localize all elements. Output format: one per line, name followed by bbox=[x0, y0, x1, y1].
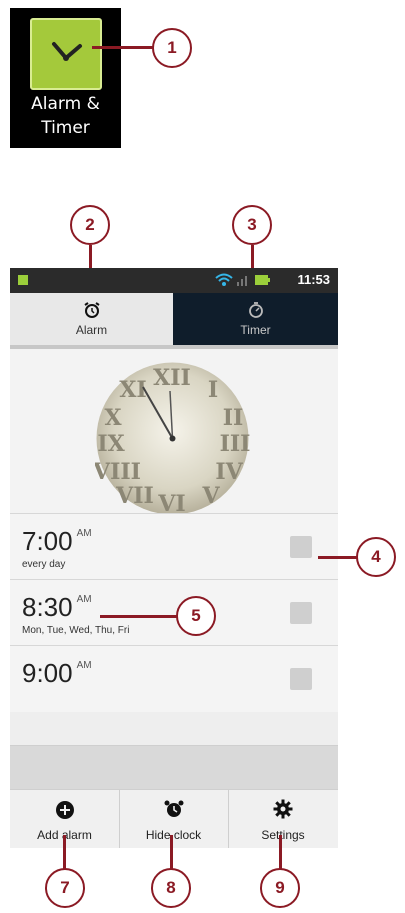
alarm-time-value: 9:00 bbox=[22, 658, 73, 688]
callout-8: 8 bbox=[151, 868, 191, 908]
analog-clock-area: XII I II III IV V VI VII VIII IX X XI bbox=[10, 349, 338, 516]
alarm-days: Mon, Tue, Wed, Thu, Fri bbox=[22, 625, 130, 636]
alarm-time: 8:30 AM bbox=[22, 592, 92, 623]
svg-text:II: II bbox=[223, 405, 244, 431]
status-time: 11:53 bbox=[297, 272, 330, 287]
alarm-days: every day bbox=[22, 559, 66, 570]
svg-text:III: III bbox=[220, 431, 250, 457]
gear-icon bbox=[273, 799, 293, 819]
svg-text:IX: IX bbox=[97, 431, 125, 457]
alarm-checkbox[interactable] bbox=[290, 602, 312, 624]
callout-line-1 bbox=[92, 46, 154, 49]
tab-timer-label: Timer bbox=[240, 323, 271, 337]
callout-3: 3 bbox=[232, 205, 272, 245]
settings-label: Settings bbox=[261, 828, 305, 842]
svg-text:V: V bbox=[201, 483, 220, 509]
alarm-ampm: AM bbox=[76, 594, 92, 605]
callout-9: 9 bbox=[260, 868, 300, 908]
analog-clock-icon: XII I II III IV V VI VII VIII IX X XI bbox=[95, 362, 250, 516]
battery-icon bbox=[255, 275, 270, 285]
alarm-ampm: AM bbox=[76, 528, 92, 539]
app-label: Alarm & Timer bbox=[10, 92, 121, 140]
add-circle-icon bbox=[56, 801, 74, 819]
status-bar: 11:53 bbox=[10, 268, 338, 293]
callout-line-4 bbox=[318, 556, 358, 559]
svg-text:VII: VII bbox=[115, 483, 154, 509]
tab-bar: Alarm Timer bbox=[10, 293, 338, 345]
stopwatch-icon bbox=[249, 302, 263, 318]
alarm-clock-icon bbox=[164, 800, 184, 817]
alarm-checkbox[interactable] bbox=[290, 536, 312, 558]
clock-hands-graphic bbox=[52, 42, 82, 61]
hide-clock-button[interactable]: Hide clock bbox=[119, 790, 229, 848]
alarm-row[interactable]: 8:30 AM Mon, Tue, Wed, Thu, Fri bbox=[10, 579, 338, 646]
svg-text:X: X bbox=[104, 405, 122, 431]
settings-button[interactable]: Settings bbox=[228, 790, 338, 848]
alarm-time-value: 7:00 bbox=[22, 526, 73, 556]
alarm-time-value: 8:30 bbox=[22, 592, 73, 622]
tab-alarm-label: Alarm bbox=[75, 323, 108, 337]
signal-icon bbox=[237, 276, 247, 286]
app-label-line2: Timer bbox=[41, 118, 90, 138]
callout-2: 2 bbox=[70, 205, 110, 245]
callout-4: 4 bbox=[356, 537, 396, 577]
wifi-icon bbox=[215, 273, 233, 286]
callout-1: 1 bbox=[152, 28, 192, 68]
alarm-row[interactable]: 9:00 AM bbox=[10, 645, 338, 712]
app-label-line1: Alarm & bbox=[31, 94, 100, 114]
phone-screen: 11:53 Alarm Timer XII I II III IV V VI V… bbox=[10, 268, 338, 848]
empty-list-area bbox=[10, 745, 338, 790]
svg-text:XII: XII bbox=[153, 365, 191, 391]
callout-7: 7 bbox=[45, 868, 85, 908]
alarm-ampm: AM bbox=[76, 660, 92, 671]
callout-line-9 bbox=[279, 835, 282, 870]
callout-line-8 bbox=[170, 835, 173, 870]
alarm-clock-icon[interactable] bbox=[30, 18, 102, 90]
tab-timer[interactable]: Timer bbox=[173, 293, 338, 345]
callout-5: 5 bbox=[176, 596, 216, 636]
alarm-checkbox[interactable] bbox=[290, 668, 312, 690]
svg-text:IV: IV bbox=[215, 459, 243, 485]
tab-alarm[interactable]: Alarm bbox=[10, 293, 173, 345]
callout-line-5 bbox=[100, 615, 178, 618]
alarm-row[interactable]: 7:00 AM every day bbox=[10, 513, 338, 580]
alarm-time: 9:00 AM bbox=[22, 658, 92, 689]
callout-line-7 bbox=[63, 835, 66, 870]
svg-text:VIII: VIII bbox=[95, 459, 141, 485]
svg-text:XI: XI bbox=[119, 377, 146, 403]
alarm-time: 7:00 AM bbox=[22, 526, 92, 557]
alarm-icon bbox=[84, 302, 100, 318]
usb-icon bbox=[18, 275, 28, 285]
svg-text:I: I bbox=[208, 377, 218, 403]
bottom-action-bar: Add alarm Hide clock Settings bbox=[10, 789, 338, 848]
hide-clock-label: Hide clock bbox=[145, 828, 202, 842]
